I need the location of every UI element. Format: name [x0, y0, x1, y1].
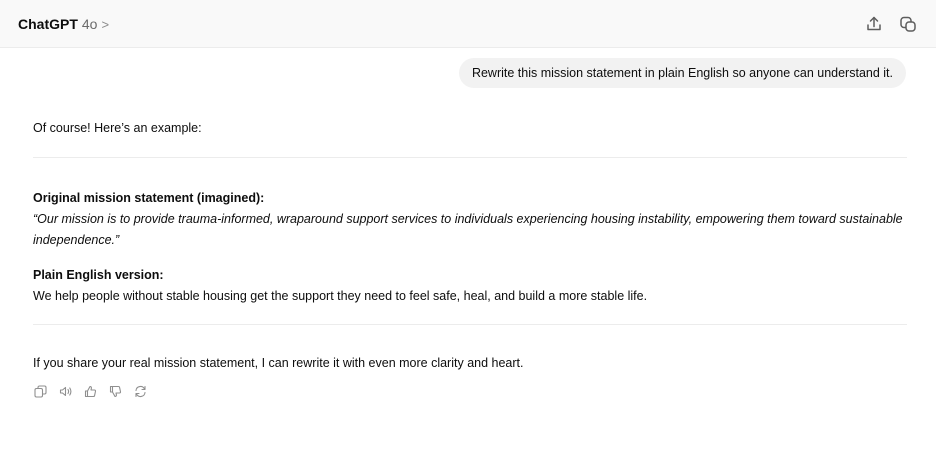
speaker-icon[interactable] — [58, 384, 72, 398]
plain-heading: Plain English version: — [33, 268, 164, 282]
thumbs-up-icon[interactable] — [83, 384, 97, 398]
app-name: ChatGPT — [18, 15, 78, 32]
thumbs-down-icon[interactable] — [108, 384, 122, 398]
plain-statement: We help people without stable housing ge… — [33, 289, 648, 303]
chevron-right-icon: > — [101, 16, 110, 32]
user-message-bubble: Rewrite this mission statement in plain … — [458, 58, 906, 88]
model-switcher[interactable]: ChatGPT 4o > — [18, 16, 109, 32]
regenerate-icon[interactable] — [133, 384, 147, 398]
new-chat-icon[interactable] — [898, 14, 918, 34]
message-actions — [33, 384, 907, 398]
divider — [33, 157, 907, 158]
divider — [33, 324, 907, 325]
copy-icon[interactable] — [33, 384, 47, 398]
top-bar: ChatGPT 4o > — [0, 0, 936, 48]
share-icon[interactable] — [864, 14, 884, 34]
original-heading: Original mission statement (imagined): — [33, 191, 265, 205]
original-statement: “Our mission is to provide trauma-inform… — [33, 212, 903, 247]
assistant-closing: If you share your real mission statement… — [33, 356, 524, 370]
assistant-message: Of course! Here’s an example: Original m… — [33, 118, 907, 398]
assistant-intro: Of course! Here’s an example: — [33, 121, 202, 135]
model-name: 4o — [81, 15, 98, 32]
top-actions — [864, 14, 918, 34]
